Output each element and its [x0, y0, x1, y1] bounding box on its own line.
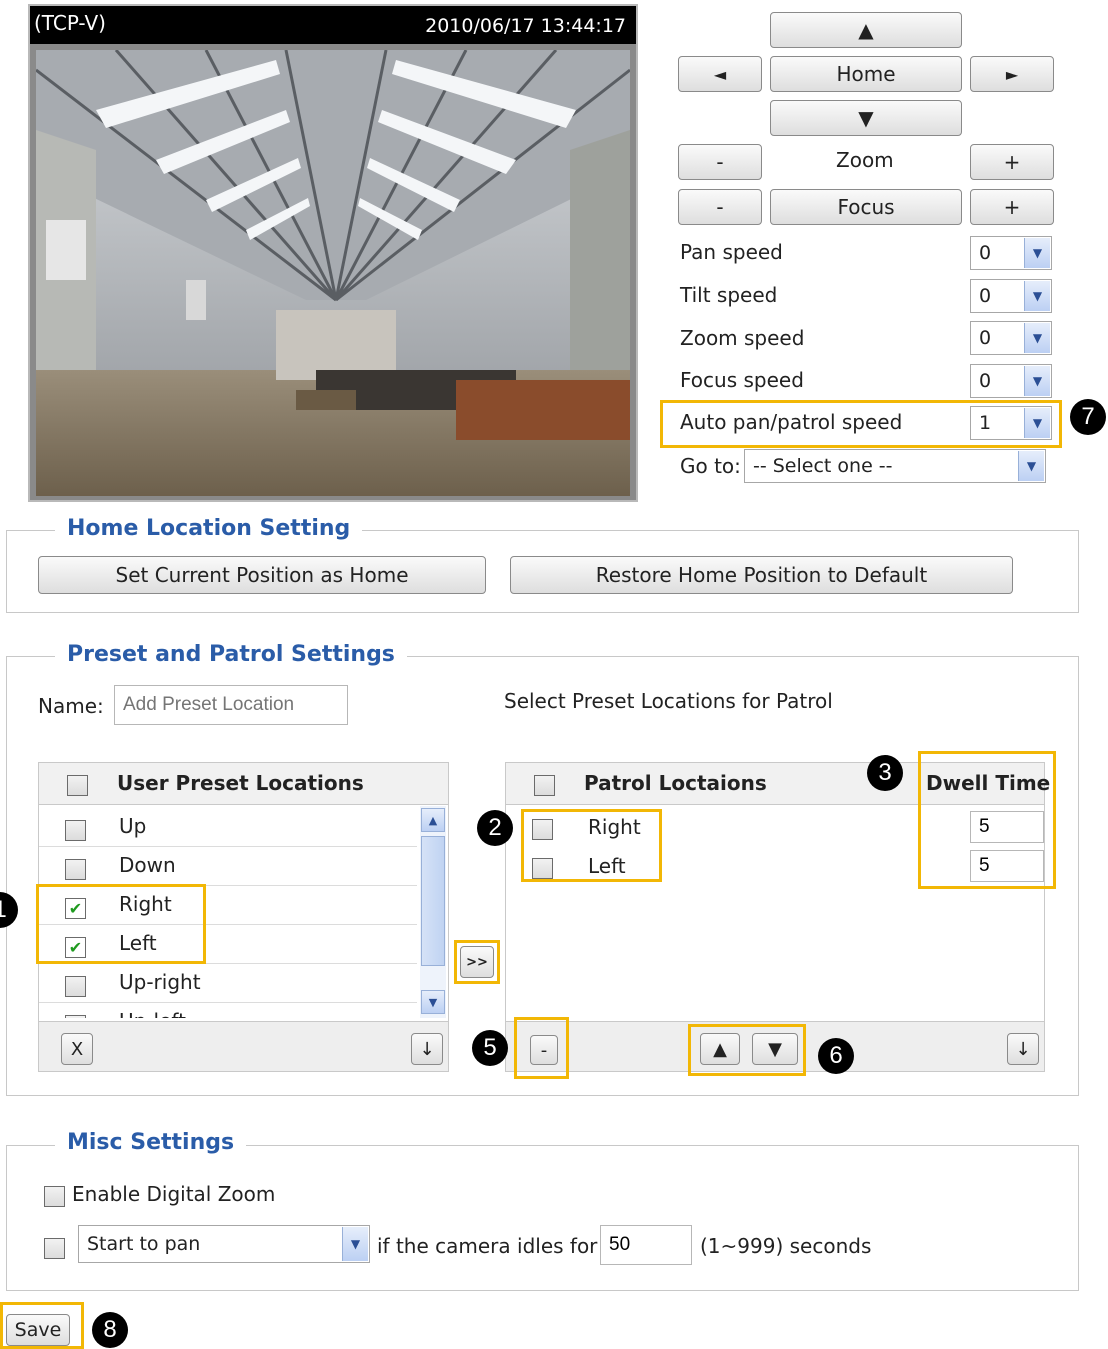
name-label: Name: — [38, 694, 104, 718]
download-presets-button[interactable]: ↓ — [411, 1033, 443, 1065]
scroll-thumb[interactable] — [421, 836, 445, 966]
chevron-down-icon: ▼ — [1024, 323, 1050, 353]
zoom-out-button[interactable]: - — [678, 144, 762, 180]
focus-far-button[interactable]: + — [970, 189, 1054, 225]
home-location-title: Home Location Setting — [55, 516, 363, 541]
callout-highlight-5 — [514, 1017, 569, 1079]
callout-highlight-3 — [918, 751, 1056, 889]
pan-speed-value: 0 — [979, 242, 992, 264]
chevron-down-icon: ▼ — [342, 1227, 368, 1261]
callout-highlight-8 — [0, 1302, 84, 1349]
focus-speed-select[interactable]: 0 ▼ — [970, 364, 1052, 398]
user-preset-header-label: User Preset Locations — [117, 771, 364, 795]
pan-left-button[interactable]: ◄ — [678, 56, 762, 92]
preset-name-input[interactable] — [114, 685, 348, 725]
delete-preset-button[interactable]: X — [61, 1033, 93, 1065]
idle-seconds-input[interactable] — [600, 1225, 692, 1265]
idle-text-after: (1~999) seconds — [700, 1234, 872, 1258]
list-item[interactable]: Up-right — [119, 970, 201, 994]
select-all-presets-checkbox[interactable] — [67, 775, 88, 796]
goto-label: Go to: — [680, 454, 741, 478]
goto-value: -- Select one -- — [753, 455, 893, 477]
callout-highlight-2 — [521, 809, 662, 882]
callout-highlight-7 — [660, 400, 1062, 448]
preset-checkbox-down[interactable] — [65, 859, 86, 880]
zoom-in-button[interactable]: + — [970, 144, 1054, 180]
preset-scrollbar[interactable]: ▲ ▼ — [420, 806, 446, 1018]
digital-zoom-label: Enable Digital Zoom — [72, 1182, 276, 1206]
callout-highlight-4 — [454, 940, 500, 984]
select-all-patrol-checkbox[interactable] — [534, 775, 555, 796]
user-preset-footer — [39, 1021, 448, 1071]
zoom-speed-select[interactable]: 0 ▼ — [970, 321, 1052, 355]
row-divider — [39, 1002, 417, 1003]
focus-near-button[interactable]: - — [678, 189, 762, 225]
pan-right-button[interactable]: ► — [970, 56, 1054, 92]
set-current-home-button[interactable]: Set Current Position as Home — [38, 556, 486, 594]
tilt-speed-select[interactable]: 0 ▼ — [970, 279, 1052, 313]
zoom-speed-value: 0 — [979, 327, 992, 349]
row-divider — [39, 846, 417, 847]
callout-badge-7: 7 — [1070, 399, 1106, 435]
video-source-label: (TCP-V) — [34, 11, 106, 35]
pan-speed-label: Pan speed — [680, 240, 783, 264]
video-view: (TCP-V) 2010/06/17 13:44:17 — [28, 4, 638, 502]
idle-text-before: if the camera idles for — [377, 1234, 598, 1258]
chevron-down-icon: ▼ — [1024, 238, 1050, 268]
callout-highlight-6 — [688, 1024, 806, 1076]
idle-action-select[interactable]: Start to pan ▼ — [78, 1225, 370, 1263]
chevron-down-icon: ▼ — [1024, 281, 1050, 311]
tilt-speed-label: Tilt speed — [680, 283, 778, 307]
pan-speed-select[interactable]: 0 ▼ — [970, 236, 1052, 270]
idle-action-value: Start to pan — [87, 1233, 201, 1255]
focus-speed-label: Focus speed — [680, 368, 804, 392]
scroll-up-icon[interactable]: ▲ — [421, 808, 445, 832]
callout-badge-3: 3 — [867, 755, 903, 791]
tilt-up-button[interactable]: ▲ — [770, 12, 962, 48]
tilt-down-button[interactable]: ▼ — [770, 100, 962, 136]
callout-highlight-1 — [36, 884, 206, 964]
patrol-caption: Select Preset Locations for Patrol — [504, 689, 833, 713]
camera-image — [36, 50, 630, 496]
video-title-bar: (TCP-V) 2010/06/17 13:44:17 — [30, 6, 636, 44]
preset-checkbox-up-left[interactable] — [65, 1015, 86, 1018]
scroll-down-icon[interactable]: ▼ — [421, 990, 445, 1014]
zoom-speed-label: Zoom speed — [680, 326, 805, 350]
callout-badge-6: 6 — [818, 1038, 854, 1074]
preset-checkbox-up-right[interactable] — [65, 976, 86, 997]
preset-checkbox-up[interactable] — [65, 820, 86, 841]
patrol-header-label: Patrol Loctaions — [584, 771, 767, 795]
idle-action-checkbox[interactable] — [44, 1238, 65, 1259]
callout-badge-8: 8 — [92, 1312, 128, 1348]
chevron-down-icon: ▼ — [1018, 451, 1044, 481]
focus-button[interactable]: Focus — [770, 189, 962, 225]
digital-zoom-checkbox[interactable] — [44, 1186, 65, 1207]
chevron-down-icon: ▼ — [1024, 366, 1050, 396]
tilt-speed-value: 0 — [979, 285, 992, 307]
callout-badge-2: 2 — [477, 810, 513, 846]
zoom-label: Zoom — [836, 148, 894, 172]
list-item[interactable]: Up — [119, 814, 146, 838]
goto-select[interactable]: -- Select one -- ▼ — [744, 449, 1046, 483]
restore-home-default-button[interactable]: Restore Home Position to Default — [510, 556, 1013, 594]
misc-settings-panel — [6, 1145, 1079, 1291]
home-button[interactable]: Home — [770, 56, 962, 92]
misc-settings-title: Misc Settings — [55, 1130, 247, 1155]
preset-patrol-title: Preset and Patrol Settings — [55, 642, 407, 667]
callout-badge-5: 5 — [472, 1030, 508, 1066]
list-item[interactable]: Down — [119, 853, 176, 877]
video-timestamp: 2010/06/17 13:44:17 — [425, 15, 626, 37]
download-patrol-button[interactable]: ↓ — [1007, 1033, 1039, 1065]
focus-speed-value: 0 — [979, 370, 992, 392]
list-item[interactable]: Up-left — [119, 1009, 186, 1018]
